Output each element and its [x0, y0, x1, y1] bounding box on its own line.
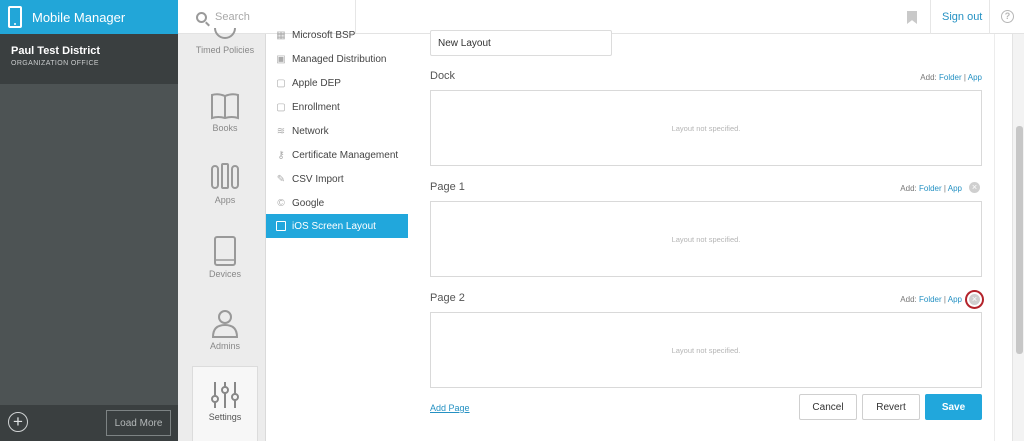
add-app-link[interactable]: App	[948, 295, 962, 304]
nav-settings[interactable]: Settings	[192, 366, 258, 441]
section-title: Page 2	[430, 292, 465, 304]
submenu-item-managed-distribution[interactable]: ▣ Managed Distribution	[276, 48, 418, 70]
add-label: Add:	[900, 295, 917, 304]
cancel-button[interactable]: Cancel	[799, 394, 857, 420]
wifi-icon: ≋	[276, 125, 286, 137]
organization-selector[interactable]: Paul Test District ORGANIZATION OFFICE	[0, 34, 178, 84]
add-page-link[interactable]: Add Page	[430, 403, 470, 413]
submenu-label: Apple DEP	[292, 77, 341, 89]
app-header: Mobile Manager	[0, 0, 178, 34]
submenu-label: CSV Import	[292, 173, 344, 185]
nav-label: Devices	[208, 269, 241, 279]
square-icon: ▢	[276, 101, 286, 113]
remove-page-icon[interactable]: ×	[969, 294, 980, 305]
submenu-item-microsoft-bsp[interactable]: ▦ Microsoft BSP	[276, 24, 418, 46]
add-controls: Add: Folder | App	[920, 73, 982, 82]
nav-admins[interactable]: Admins	[192, 308, 258, 351]
add-plus-icon[interactable]: +	[8, 412, 28, 432]
edit-icon: ✎	[276, 173, 286, 185]
nav-books[interactable]: Books	[192, 92, 258, 133]
scrollbar-thumb[interactable]	[1016, 126, 1023, 354]
book-icon	[211, 93, 239, 120]
tablet-icon	[214, 236, 236, 266]
revert-button[interactable]: Revert	[862, 394, 920, 420]
add-app-link[interactable]: App	[948, 184, 962, 193]
page-1-drop-area[interactable]: Layout not specified.	[430, 201, 982, 277]
layout-name-input[interactable]	[430, 30, 612, 56]
left-panel-footer: + Load More	[0, 405, 178, 441]
user-icon	[211, 310, 239, 338]
dock-drop-area[interactable]: Layout not specified.	[430, 90, 982, 166]
layout-editor: Dock Add: Folder | App Layout not specif…	[414, 30, 994, 441]
submenu-label: Network	[292, 125, 329, 137]
separator: |	[963, 73, 966, 82]
nav-timed-policies[interactable]: Timed Policies	[192, 28, 258, 55]
add-controls: Add: Folder | App	[900, 295, 962, 304]
submenu-label: iOS Screen Layout	[292, 220, 376, 232]
add-app-link[interactable]: App	[968, 73, 982, 82]
nav-apps[interactable]: Apps	[192, 162, 258, 205]
content-gutter	[994, 34, 1012, 441]
organization-subtitle: ORGANIZATION OFFICE	[11, 60, 99, 67]
nav-label: Apps	[214, 195, 236, 205]
add-folder-link[interactable]: Folder	[919, 184, 942, 193]
submenu-label: Enrollment	[292, 101, 340, 113]
left-panel: Mobile Manager Paul Test District ORGANI…	[0, 0, 178, 441]
nav-devices[interactable]: Devices	[192, 236, 258, 279]
section-title: Dock	[430, 70, 456, 82]
app-title: Mobile Manager	[32, 9, 126, 25]
add-label: Add:	[900, 184, 917, 193]
icon-navigation: Timed Policies Books Apps Devices Admins	[178, 28, 266, 441]
section-title: Page 1	[430, 181, 465, 193]
submenu-item-network[interactable]: ≋ Network	[276, 120, 418, 142]
submenu-item-csv-import[interactable]: ✎ CSV Import	[276, 168, 418, 190]
apps-icon	[211, 163, 239, 189]
submenu-label: Microsoft BSP	[292, 29, 356, 41]
divider	[930, 0, 931, 34]
square-icon: ▢	[276, 77, 286, 89]
separator: |	[943, 184, 946, 193]
help-icon[interactable]: ?	[1001, 10, 1014, 23]
divider	[989, 0, 990, 34]
mobile-device-icon	[8, 6, 22, 28]
submenu-item-apple-dep[interactable]: ▢ Apple DEP	[276, 72, 418, 94]
search-placeholder: Search	[215, 11, 250, 23]
square-icon	[276, 221, 286, 231]
submenu-item-enrollment[interactable]: ▢ Enrollment	[276, 96, 418, 118]
key-icon: ⚷	[277, 149, 285, 161]
organization-name: Paul Test District	[11, 45, 101, 57]
nav-label: Books	[212, 123, 238, 133]
nav-label: Admins	[209, 341, 240, 351]
windows-icon: ▦	[276, 29, 286, 41]
empty-message: Layout not specified.	[671, 345, 741, 355]
google-icon: ©	[277, 197, 285, 209]
search-icon	[196, 11, 207, 23]
timed-policies-icon	[214, 28, 236, 39]
settings-submenu: ▦ Microsoft BSP ▣ Managed Distribution ▢…	[266, 30, 414, 441]
vertical-scrollbar[interactable]	[1012, 34, 1024, 441]
remove-page-icon[interactable]: ×	[969, 182, 980, 193]
save-button[interactable]: Save	[925, 394, 982, 420]
empty-message: Layout not specified.	[671, 234, 741, 244]
empty-message: Layout not specified.	[671, 123, 741, 133]
separator: |	[943, 295, 946, 304]
nav-label: Timed Policies	[195, 45, 255, 55]
sign-out-link[interactable]: Sign out	[942, 11, 982, 23]
add-label: Add:	[920, 73, 937, 82]
sliders-icon	[211, 382, 239, 408]
page-2-drop-area[interactable]: Layout not specified.	[430, 312, 982, 388]
nav-label: Settings	[208, 412, 242, 422]
stack-icon: ▣	[276, 53, 286, 65]
add-folder-link[interactable]: Folder	[919, 295, 942, 304]
submenu-label: Google	[292, 197, 325, 209]
submenu-item-google[interactable]: © Google	[276, 192, 418, 214]
add-folder-link[interactable]: Folder	[939, 73, 962, 82]
submenu-label: Certificate Management	[292, 149, 399, 161]
add-controls: Add: Folder | App	[900, 184, 962, 193]
submenu-item-ios-screen-layout[interactable]: iOS Screen Layout	[266, 214, 408, 238]
submenu-label: Managed Distribution	[292, 53, 387, 65]
bookmark-icon[interactable]	[907, 11, 917, 24]
load-more-button[interactable]: Load More	[106, 410, 171, 436]
submenu-item-certificate-management[interactable]: ⚷ Certificate Management	[276, 144, 418, 166]
